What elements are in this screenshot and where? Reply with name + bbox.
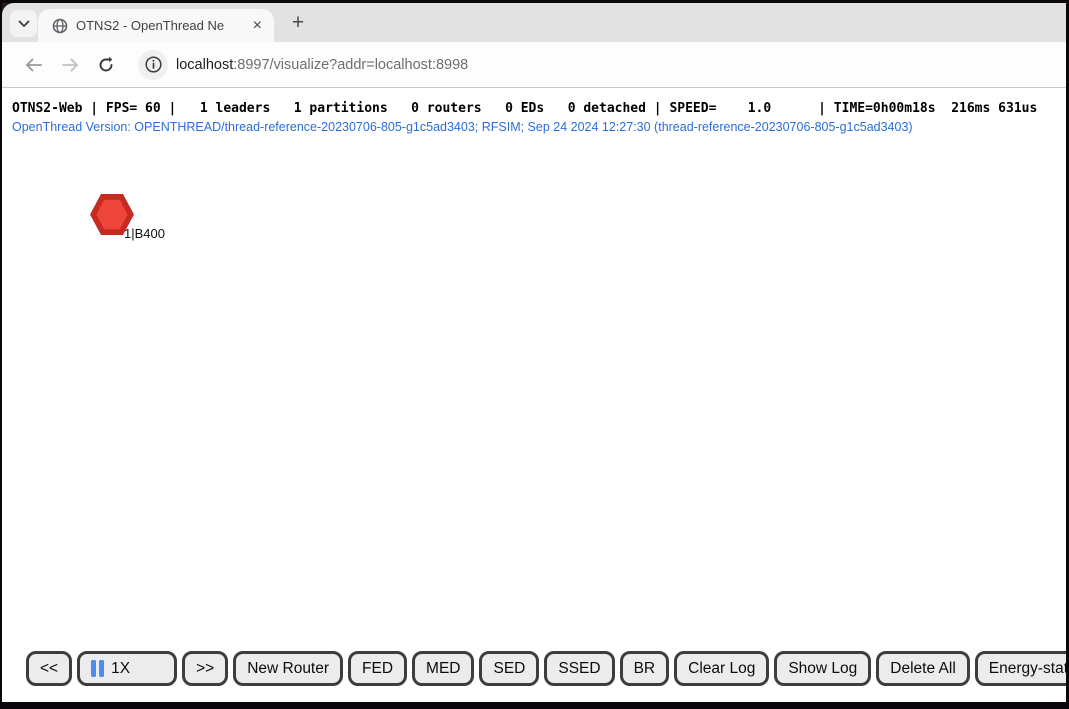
info-icon <box>145 56 162 73</box>
new-tab-button[interactable]: + <box>286 11 310 35</box>
new-router-button[interactable]: New Router <box>233 651 343 686</box>
energy-stats-button[interactable]: Energy-stats ↗ <box>975 651 1066 686</box>
openthread-version-text: OpenThread Version: OPENTHREAD/thread-re… <box>12 120 913 134</box>
speed-label: 1X <box>111 660 130 678</box>
url-host: localhost <box>176 57 233 73</box>
simulation-status-line: OTNS2-Web | FPS= 60 | 1 leaders 1 partit… <box>12 101 1037 116</box>
back-arrow-icon <box>25 58 43 72</box>
sim-toolbar: << 1X >> New Router FED MED SED SSED BR … <box>26 651 1066 686</box>
thread-node-leader[interactable]: 1|B400 <box>90 194 170 254</box>
url-path: :8997/visualize?addr=localhost:8998 <box>233 57 468 73</box>
speed-down-button[interactable]: << <box>26 651 72 686</box>
globe-icon <box>52 18 68 34</box>
simulation-canvas[interactable]: OTNS2-Web | FPS= 60 | 1 leaders 1 partit… <box>2 88 1066 702</box>
reload-icon <box>97 56 115 74</box>
speed-up-button[interactable]: >> <box>182 651 228 686</box>
tab-search-button[interactable] <box>10 10 37 37</box>
site-info-button[interactable] <box>138 50 168 80</box>
back-button[interactable] <box>16 58 52 72</box>
node-label: 1|B400 <box>124 226 165 241</box>
new-ssed-button[interactable]: SSED <box>544 651 614 686</box>
chevron-down-icon <box>18 20 30 28</box>
new-br-button[interactable]: BR <box>620 651 670 686</box>
tab-close-icon[interactable]: × <box>251 18 264 34</box>
new-med-button[interactable]: MED <box>412 651 474 686</box>
reload-button[interactable] <box>88 56 124 74</box>
forward-button[interactable] <box>52 58 88 72</box>
browser-tab[interactable]: OTNS2 - OpenThread Ne × <box>38 9 274 42</box>
tab-title: OTNS2 - OpenThread Ne <box>76 18 243 33</box>
pause-speed-button[interactable]: 1X <box>77 651 177 686</box>
show-log-button[interactable]: Show Log <box>774 651 871 686</box>
delete-all-button[interactable]: Delete All <box>876 651 969 686</box>
address-bar: localhost:8997/visualize?addr=localhost:… <box>2 42 1066 88</box>
new-fed-button[interactable]: FED <box>348 651 407 686</box>
tab-strip: OTNS2 - OpenThread Ne × + <box>2 3 1066 42</box>
clear-log-button[interactable]: Clear Log <box>674 651 769 686</box>
forward-arrow-icon <box>61 58 79 72</box>
new-sed-button[interactable]: SED <box>479 651 539 686</box>
url-field[interactable]: localhost:8997/visualize?addr=localhost:… <box>176 57 468 73</box>
browser-window: OTNS2 - OpenThread Ne × + <box>2 3 1066 702</box>
pause-icon <box>91 660 104 677</box>
